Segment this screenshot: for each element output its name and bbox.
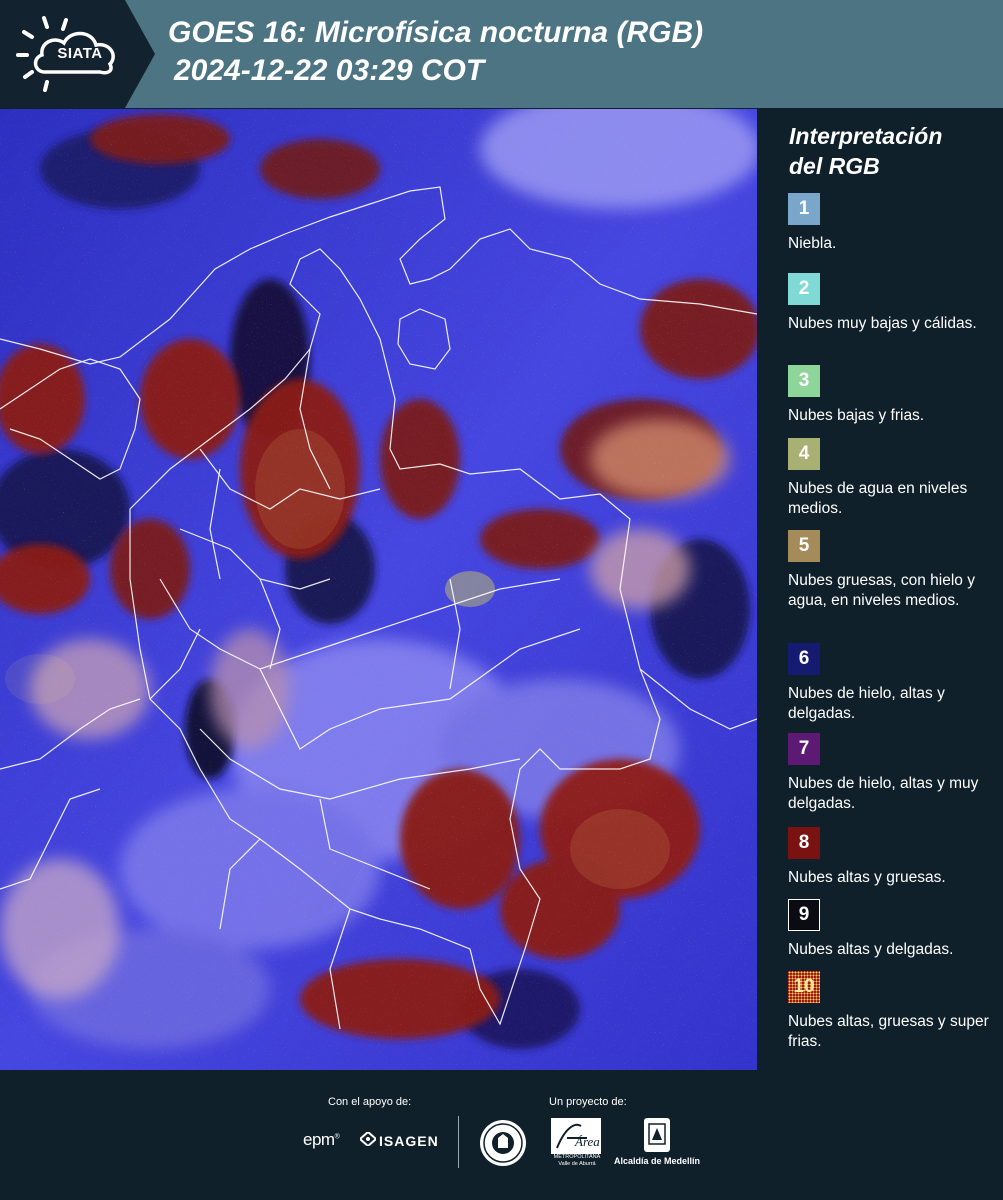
legend-swatch: 3 bbox=[788, 365, 820, 397]
epm-text: epm bbox=[303, 1130, 335, 1149]
legend-item-agua-niveles-medios: 4 Nubes de agua en niveles medios. bbox=[788, 438, 998, 519]
legend-item-niebla: 1 Niebla. bbox=[788, 193, 998, 254]
legend-label: Nubes bajas y frias. bbox=[788, 407, 925, 424]
alcaldia-medellin-logo: Alcaldía de Medellín bbox=[612, 1118, 702, 1166]
legend-swatch: 7 bbox=[788, 733, 820, 765]
epm-mark: ® bbox=[334, 1133, 340, 1141]
medellin-seal-icon bbox=[478, 1118, 528, 1172]
legend-label: Nubes de hielo, altas y muy delgadas. bbox=[788, 775, 979, 812]
legend-item-nubes-bajas: 3 Nubes bajas y frias. bbox=[788, 365, 998, 426]
satellite-rgb-image bbox=[0, 109, 757, 1070]
area-metropolitana-logo: Área METROPOLITANA Valle de Aburrá bbox=[551, 1118, 601, 1167]
area-caption-line2: Valle de Aburrá bbox=[558, 1161, 596, 1167]
legend-title-line2: del RGB bbox=[789, 153, 880, 179]
legend-swatch: 4 bbox=[788, 438, 820, 470]
legend-label: Nubes gruesas, con hielo y agua, en nive… bbox=[788, 572, 975, 609]
legend-swatch: 9 bbox=[788, 899, 820, 931]
legend-item-altas-gruesas: 8 Nubes altas y gruesas. bbox=[788, 827, 998, 888]
footer-divider bbox=[458, 1116, 459, 1168]
title-line-datetime: 2024-12-22 03:29 COT bbox=[174, 54, 485, 87]
area-caption: METROPOLITANA Valle de Aburrá bbox=[551, 1154, 603, 1168]
footer: Con el apoyo de: epm® ISAGEN Un proyecto… bbox=[0, 1070, 1003, 1200]
legend-label: Nubes altas y gruesas. bbox=[788, 869, 946, 886]
legend-label: Nubes altas y delgadas. bbox=[788, 941, 954, 958]
legend-label: Nubes altas, gruesas y super frias. bbox=[788, 1013, 989, 1050]
isagen-text: ISAGEN bbox=[379, 1133, 439, 1149]
legend-swatch: 10 bbox=[788, 971, 820, 1003]
legend-item-nubes-muy-bajas: 2 Nubes muy bajas y cálidas. bbox=[788, 273, 998, 334]
legend-label: Nubes de agua en niveles medios. bbox=[788, 480, 968, 517]
legend-title-line1: Interpretación bbox=[789, 123, 943, 149]
isagen-icon bbox=[358, 1130, 378, 1149]
isagen-logo: ISAGEN bbox=[358, 1130, 439, 1149]
support-caption: Con el apoyo de: bbox=[328, 1096, 412, 1108]
legend-swatch: 1 bbox=[788, 193, 820, 225]
area-wordmark: Área bbox=[574, 1134, 600, 1149]
legend-item-hielo-muy-delgadas: 7 Nubes de hielo, altas y muy delgadas. bbox=[788, 733, 998, 814]
legend-item-altas-delgadas: 9 Nubes altas y delgadas. bbox=[788, 899, 998, 960]
legend-label: Niebla. bbox=[788, 235, 837, 252]
legend-swatch: 6 bbox=[788, 643, 820, 675]
siata-wordmark: SIATA bbox=[57, 45, 103, 62]
header-bar: SIATA GOES 16: Microfísica nocturna (RGB… bbox=[0, 0, 1003, 108]
siata-logo: SIATA bbox=[0, 0, 160, 108]
legend-item-hielo-delgadas: 6 Nubes de hielo, altas y delgadas. bbox=[788, 643, 998, 724]
epm-logo: epm® bbox=[303, 1130, 340, 1150]
area-caption-line1: METROPOLITANA bbox=[553, 1154, 601, 1160]
legend-swatch: 8 bbox=[788, 827, 820, 859]
project-caption: Un proyecto de: bbox=[549, 1096, 627, 1108]
legend-swatch: 2 bbox=[788, 273, 820, 305]
legend-item-nubes-gruesas: 5 Nubes gruesas, con hielo y agua, en ni… bbox=[788, 530, 998, 611]
legend-label: Nubes muy bajas y cálidas. bbox=[788, 315, 977, 332]
page-title: GOES 16: Microfísica nocturna (RGB) 2024… bbox=[168, 14, 988, 90]
legend-swatch: 5 bbox=[788, 530, 820, 562]
legend-item-super-frias: 10 Nubes altas, gruesas y super frias. bbox=[788, 971, 998, 1052]
alcaldia-caption: Alcaldía de Medellín bbox=[613, 1156, 701, 1166]
rgb-legend: Interpretación del RGB 1 Niebla. 2 Nubes… bbox=[763, 109, 1003, 1070]
legend-label: Nubes de hielo, altas y delgadas. bbox=[788, 685, 945, 722]
legend-title: Interpretación del RGB bbox=[789, 121, 994, 181]
title-line-product: GOES 16: Microfísica nocturna (RGB) bbox=[168, 16, 704, 49]
